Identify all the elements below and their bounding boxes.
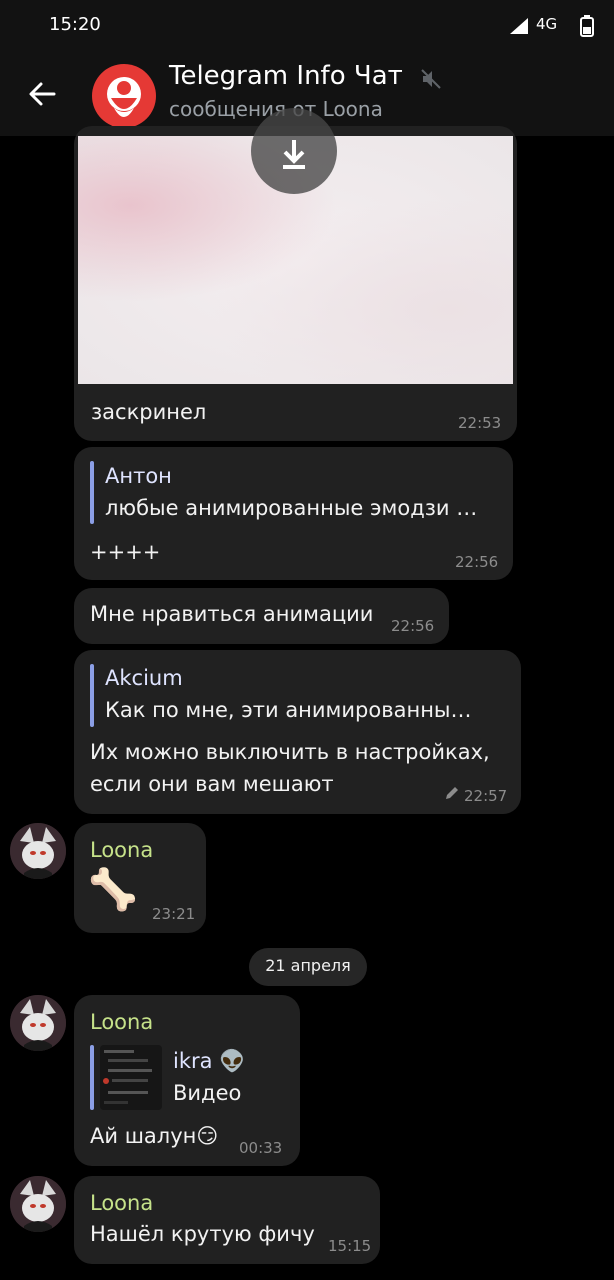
user-avatar[interactable]: [10, 1176, 66, 1232]
chat-avatar[interactable]: [92, 64, 156, 128]
message-time: 00:33: [239, 1139, 283, 1157]
muted-icon: [421, 69, 441, 89]
edited-pencil-icon: [446, 787, 458, 799]
message-text-line: если они вам мешают: [90, 772, 334, 796]
reply-author[interactable]: Akcium: [105, 666, 183, 690]
sender-name[interactable]: Loona: [90, 1191, 153, 1215]
battery-icon: [580, 15, 594, 37]
message-time: 22:56: [391, 617, 435, 635]
message-time: 22:56: [455, 553, 499, 571]
message-text: ++++: [90, 540, 161, 564]
signal-icon: [510, 18, 528, 34]
reply-author[interactable]: Антон: [105, 464, 172, 488]
message-text: Мне нравиться анимации: [90, 602, 374, 626]
network-type: 4G: [536, 15, 558, 33]
message-time: 22:53: [458, 414, 502, 432]
message-text: Ай шалун😏: [90, 1124, 219, 1148]
reply-bar: [90, 461, 94, 524]
bone-emoji: 🦴: [88, 867, 138, 913]
chat-logo-icon: [107, 77, 141, 117]
download-button[interactable]: [251, 108, 337, 194]
user-avatar[interactable]: [10, 823, 66, 879]
user-avatar[interactable]: [10, 995, 66, 1051]
wolf-avatar-icon: [10, 823, 66, 879]
message-text: заскринел: [91, 400, 207, 424]
reply-preview[interactable]: Видео: [173, 1081, 241, 1105]
message-text-line: Их можно выключить в настройках,: [90, 740, 490, 764]
message-time: 22:57: [464, 787, 508, 805]
wolf-avatar-icon: [10, 995, 66, 1051]
back-arrow-icon[interactable]: [26, 78, 58, 110]
reply-video-thumbnail[interactable]: [100, 1045, 162, 1110]
message-text: Нашёл крутую фичу: [90, 1222, 315, 1246]
reply-author[interactable]: ikra 👽: [173, 1049, 245, 1074]
status-time: 15:20: [49, 14, 101, 35]
wolf-avatar-icon: [10, 1176, 66, 1232]
reply-preview[interactable]: любые анимированные эмодзи …: [105, 496, 477, 520]
message-time: 23:21: [152, 905, 196, 923]
reply-bar: [90, 1045, 94, 1110]
chat-title[interactable]: Telegram Info Чат: [169, 61, 403, 91]
reply-preview[interactable]: Как по мне, эти анимированны…: [105, 698, 472, 722]
sender-name[interactable]: Loona: [90, 838, 153, 862]
video-thumbnail-icon: [100, 1045, 162, 1110]
date-separator-label: 21 апреля: [265, 956, 351, 975]
message-time: 15:15: [328, 1237, 372, 1255]
download-icon: [283, 140, 305, 169]
sender-name[interactable]: Loona: [90, 1010, 153, 1034]
reply-bar: [90, 664, 94, 727]
